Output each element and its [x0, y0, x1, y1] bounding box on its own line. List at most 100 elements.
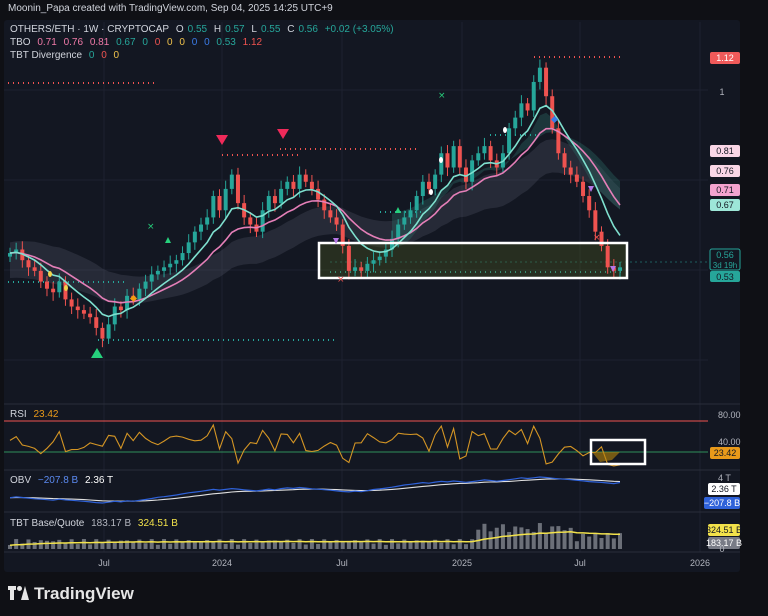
candle-body[interactable] [285, 181, 290, 189]
candle-body[interactable] [303, 174, 308, 182]
candle-body[interactable] [488, 146, 493, 161]
candle-body[interactable] [365, 263, 370, 271]
candle-body[interactable] [581, 181, 586, 197]
volume-bar [426, 541, 431, 549]
candle-body[interactable] [445, 153, 450, 168]
volume-bar [297, 539, 302, 549]
candle-body[interactable] [186, 242, 191, 254]
candle-body[interactable] [457, 146, 462, 168]
candle-body[interactable] [420, 181, 425, 197]
candle-body[interactable] [81, 310, 86, 314]
tbt-zero-label: 0 [719, 544, 724, 554]
candle-body[interactable] [235, 174, 240, 204]
candle-body[interactable] [346, 245, 351, 271]
candle-body[interactable] [544, 67, 549, 97]
candle-body[interactable] [149, 274, 154, 282]
candle-body[interactable] [155, 270, 160, 275]
candle-body[interactable] [309, 181, 314, 189]
candle-body[interactable] [605, 245, 610, 268]
candle-body[interactable] [316, 188, 321, 200]
candle-body[interactable] [137, 288, 142, 300]
candle-body[interactable] [476, 153, 481, 161]
candle-body[interactable] [229, 174, 234, 189]
candle-body[interactable] [57, 281, 62, 293]
candle-body[interactable] [433, 174, 438, 189]
candle-body[interactable] [118, 306, 123, 311]
candle-body[interactable] [513, 117, 518, 129]
candle-body[interactable] [482, 146, 487, 154]
candle-body[interactable] [199, 224, 204, 232]
candle-body[interactable] [334, 217, 339, 225]
candle-body[interactable] [507, 128, 512, 154]
candle-body[interactable] [426, 181, 431, 189]
volume-bar [359, 542, 364, 549]
candle-body[interactable] [38, 270, 43, 282]
low-label: L [251, 24, 257, 35]
candle-body[interactable] [402, 217, 407, 225]
candle-body[interactable] [266, 196, 271, 211]
candle-body[interactable] [297, 174, 302, 189]
candle-body[interactable] [51, 288, 56, 293]
candle-body[interactable] [260, 210, 265, 232]
volume-bar [180, 542, 185, 549]
x-mark-icon: × [337, 275, 345, 285]
candle-body[interactable] [377, 256, 382, 261]
candle-body[interactable] [537, 67, 542, 82]
candle-body[interactable] [593, 210, 598, 232]
candle-body[interactable] [525, 103, 530, 111]
candle-body[interactable] [223, 188, 228, 211]
symbol-legend[interactable]: OTHERS/ETH · 1W · CRYPTOCAP O 0.55 H 0.57 … [10, 24, 398, 35]
candle-body[interactable] [217, 196, 222, 211]
candle-body[interactable] [192, 231, 197, 243]
candle-body[interactable] [26, 260, 31, 268]
candle-body[interactable] [414, 196, 419, 211]
candle-body[interactable] [168, 263, 173, 268]
candle-body[interactable] [408, 210, 413, 218]
candle-body[interactable] [100, 327, 105, 339]
candle-body[interactable] [353, 267, 358, 271]
candle-body[interactable] [205, 217, 210, 225]
candle-body[interactable] [69, 299, 74, 307]
candle-body[interactable] [180, 253, 185, 261]
tradingview-logo[interactable]: TradingView [8, 584, 134, 604]
candle-body[interactable] [587, 196, 592, 211]
price-label: 0.71 [716, 185, 734, 195]
candle-body[interactable] [88, 313, 93, 318]
volume-bar [488, 531, 493, 549]
candle-body[interactable] [359, 267, 364, 271]
candle-body[interactable] [32, 267, 37, 271]
candle-body[interactable] [211, 196, 216, 218]
candle-body[interactable] [272, 196, 277, 204]
candle-body[interactable] [451, 146, 456, 168]
candle-body[interactable] [162, 267, 167, 271]
rsi-value: 23.42 [33, 409, 59, 420]
obv-legend[interactable]: OBV −207.8 B 2.36 T [10, 475, 117, 486]
candle-body[interactable] [439, 153, 444, 175]
candle-body[interactable] [574, 174, 579, 182]
tbo-legend[interactable]: TBO 0.71 0.76 0.81 0.67 0 0 0 0 0 0 0.53… [10, 37, 266, 48]
tbt-divergence-legend[interactable]: TBT Divergence 0 0 0 [10, 50, 123, 61]
volume-bar [537, 523, 542, 549]
candle-body[interactable] [519, 103, 524, 118]
candle-body[interactable] [94, 317, 99, 328]
candle-body[interactable] [279, 188, 284, 204]
volume-bar [88, 544, 93, 549]
rsi-legend[interactable]: RSI 23.42 [10, 409, 62, 420]
symbol-name[interactable]: OTHERS/ETH · 1W · CRYPTOCAP [10, 24, 169, 35]
volume-bar [57, 539, 62, 549]
candle-body[interactable] [291, 181, 296, 189]
candle-body[interactable] [44, 281, 49, 289]
candle-body[interactable] [396, 224, 401, 239]
candle-body[interactable] [562, 153, 567, 168]
candle-body[interactable] [328, 210, 333, 218]
candle-body[interactable] [174, 260, 179, 264]
candle-body[interactable] [143, 281, 148, 289]
candle-body[interactable] [106, 324, 111, 339]
candle-body[interactable] [618, 267, 622, 271]
candle-body[interactable] [371, 260, 376, 264]
candle-body[interactable] [568, 167, 573, 175]
candle-body[interactable] [75, 306, 80, 311]
tbt-legend[interactable]: TBT Base/Quote 183.17 B 324.51 B [10, 518, 182, 529]
candle-body[interactable] [248, 217, 253, 225]
candle-body[interactable] [531, 81, 536, 111]
